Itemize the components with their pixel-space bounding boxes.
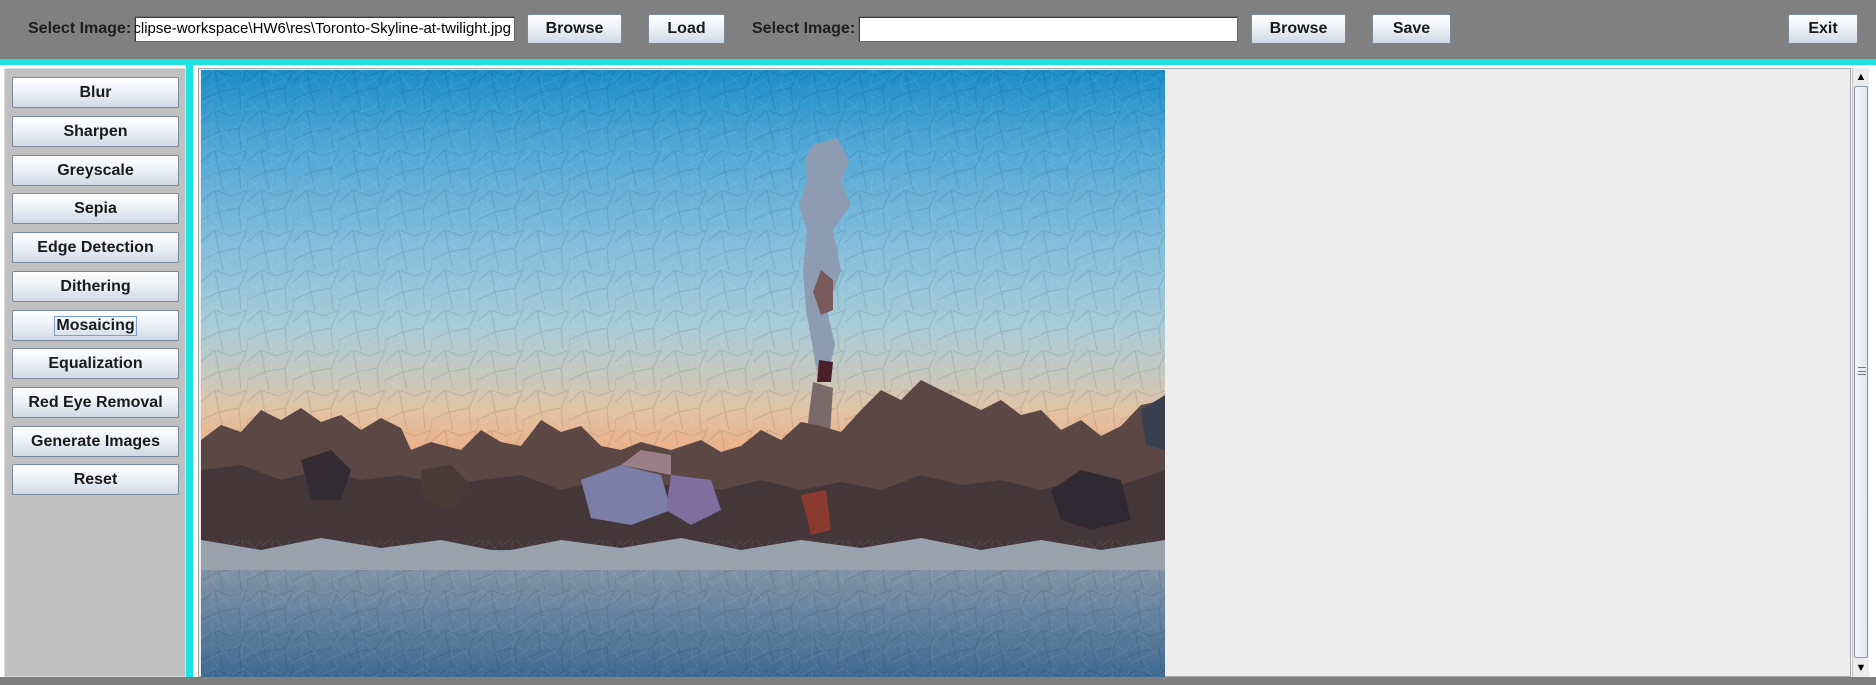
browse-input-button[interactable]: Browse [527,14,622,44]
exit-button[interactable]: Exit [1788,14,1858,44]
top-toolbar: Select Image: eclipse-workspace\HW6\res\… [0,0,1876,59]
vertical-scrollbar[interactable]: ▲ ▼ [1852,68,1869,677]
save-path-input[interactable] [858,16,1238,42]
filter-sidebar: Blur Sharpen Greyscale Sepia Edge Detect… [4,68,186,677]
sidebar-divider [186,65,193,677]
image-view-panel[interactable] [198,68,1851,677]
greyscale-button[interactable]: Greyscale [12,155,179,186]
mosaic-skyline-image [201,70,1165,677]
equalization-button[interactable]: Equalization [12,348,179,379]
blur-button[interactable]: Blur [12,77,179,108]
dithering-button[interactable]: Dithering [12,271,179,302]
select-output-image-label: Select Image: [752,20,856,37]
generate-images-button[interactable]: Generate Images [12,426,179,457]
sepia-button[interactable]: Sepia [12,193,179,224]
right-border [1869,65,1876,677]
load-button[interactable]: Load [648,14,725,44]
edge-detection-button[interactable]: Edge Detection [12,232,179,263]
browse-output-button[interactable]: Browse [1251,14,1346,44]
red-eye-removal-button[interactable]: Red Eye Removal [12,387,179,418]
bottom-border [0,677,1876,685]
scroll-grip-icon [1858,367,1866,375]
save-button[interactable]: Save [1372,14,1451,44]
select-image-label: Select Image: [28,20,132,37]
scroll-up-arrow-icon[interactable]: ▲ [1853,69,1869,85]
reset-button[interactable]: Reset [12,464,179,495]
scroll-thumb[interactable] [1854,86,1868,658]
sharpen-button[interactable]: Sharpen [12,116,179,147]
scroll-down-arrow-icon[interactable]: ▼ [1853,660,1869,676]
mosaicing-button[interactable]: Mosaicing [12,310,179,341]
toolbar-divider [0,59,1876,65]
image-path-input[interactable]: eclipse-workspace\HW6\res\Toronto-Skylin… [134,16,515,42]
